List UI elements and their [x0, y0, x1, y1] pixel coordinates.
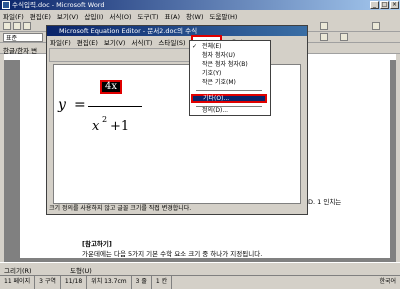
size-menu-sub-symbol[interactable]: 작은 기호(M): [202, 79, 236, 87]
save-icon[interactable]: [23, 22, 31, 30]
formula-denominator-rest: +1: [110, 119, 130, 134]
status-section: 3 구역: [35, 276, 61, 289]
status-language: 한국어: [379, 278, 396, 285]
menu-file[interactable]: 파일(F): [0, 11, 27, 21]
maximize-button[interactable]: □: [380, 1, 389, 9]
zoom-icon[interactable]: [320, 22, 328, 30]
menu-view[interactable]: 보기(V): [54, 11, 81, 21]
note-text: 가운데에는 다음 5가지 기본 수학 요소 크기 중 하나가 지정됩니다.: [82, 250, 263, 258]
formula-denominator-exponent: 2: [102, 115, 108, 124]
equation-editor-title-bar: Microsoft Equation Editor - 문서2.doc의 수식: [47, 26, 307, 36]
open-icon[interactable]: [13, 22, 21, 30]
status-page: 11 페이지: [0, 276, 36, 289]
menu-edit[interactable]: 편집(E): [27, 11, 54, 21]
formula-lhs: y: [58, 97, 66, 113]
eq-menu-style[interactable]: 스타일(S): [155, 37, 188, 47]
drawing-menu[interactable]: 그리기(R): [4, 265, 32, 275]
minimize-button[interactable]: _: [370, 1, 379, 9]
autoshapes-menu[interactable]: 도형(U): [70, 265, 92, 275]
status-position: 위치 13.7cm: [87, 276, 132, 289]
eq-menu-format[interactable]: 서식(T): [128, 37, 155, 47]
align-icon[interactable]: [320, 33, 328, 41]
size-menu-other[interactable]: 기타(O)...: [203, 96, 229, 102]
note-header: [참고하기]: [82, 240, 112, 248]
close-button[interactable]: ×: [390, 1, 399, 9]
help-icon[interactable]: [372, 22, 380, 30]
menu-format[interactable]: 서식(O): [106, 11, 134, 21]
menu-tools[interactable]: 도구(T): [135, 11, 162, 21]
size-menu-dropdown: ✓ 전체(E) 첨자 첨자(U) 작은 첨자 첨자(B) 기호(Y) 작은 기호…: [189, 40, 271, 116]
drawing-toolbar: 그리기(R) 도형(U): [0, 262, 400, 275]
formula-equals: =: [74, 97, 86, 113]
status-pages: 11/18: [61, 276, 88, 289]
menu-window[interactable]: 창(W): [183, 11, 206, 21]
doc-text-fragment: D. 1 인치는: [308, 198, 342, 206]
eq-menu-file[interactable]: 파일(F): [47, 37, 74, 47]
status-column: 1 칸: [152, 276, 173, 289]
word-window-title: 수식입력.doc - Microsoft Word: [12, 1, 105, 9]
equation-status-bar: 크기 정의를 사용하지 않고 글꼴 크기를 직접 변경합니다.: [49, 205, 192, 212]
size-menu-define[interactable]: 정의(D)...: [202, 107, 228, 115]
size-menu-symbol[interactable]: 기호(Y): [202, 70, 221, 78]
size-menu-subscript[interactable]: 첨자 첨자(U): [202, 52, 235, 60]
word-app-icon: [2, 1, 10, 9]
menu-insert[interactable]: 삽입(I): [81, 11, 106, 21]
style-combo[interactable]: 표준: [3, 33, 43, 42]
size-menu-full[interactable]: 전체(E): [202, 43, 222, 51]
font-color-icon[interactable]: [340, 33, 348, 41]
new-icon[interactable]: [3, 22, 11, 30]
menu-separator: [196, 90, 262, 91]
menu-table[interactable]: 표(A): [162, 11, 184, 21]
equation-editor-title: Microsoft Equation Editor - 문서2.doc의 수식: [59, 27, 198, 35]
eq-menu-edit[interactable]: 편집(E): [74, 37, 101, 47]
size-menu-sub-subscript[interactable]: 작은 첨자 첨자(B): [202, 61, 248, 69]
formula-denominator-base: x: [92, 119, 100, 134]
fraction-bar: [88, 106, 142, 107]
word-status-bar: 11 페이지 3 구역 11/18 위치 13.7cm 3 줄 1 칸 한국어: [0, 275, 400, 289]
word-title-bar: 수식입력.doc - Microsoft Word _ □ ×: [0, 0, 400, 10]
size-menu-other-highlight[interactable]: 기타(O)...: [191, 94, 267, 103]
word-menubar: 파일(F) 편집(E) 보기(V) 삽입(I) 서식(O) 도구(T) 표(A)…: [0, 10, 400, 21]
menu-help[interactable]: 도움말(H): [207, 11, 241, 21]
formula-numerator[interactable]: 4x: [100, 80, 122, 94]
eq-menu-view[interactable]: 보기(V): [101, 37, 128, 47]
status-line: 3 줄: [132, 276, 152, 289]
checkmark-icon: ✓: [192, 43, 198, 50]
